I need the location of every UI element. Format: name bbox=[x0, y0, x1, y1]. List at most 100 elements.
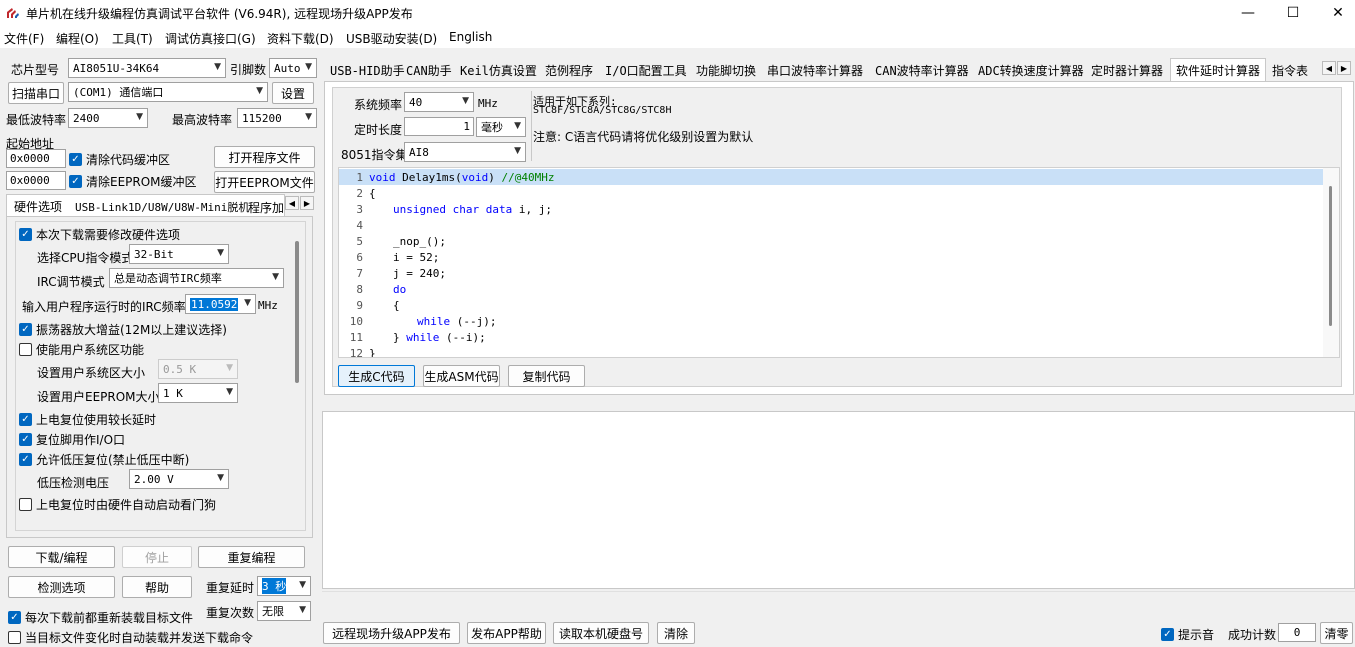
modify-hw-checkbox[interactable]: ✓ 本次下载需要修改硬件选项 bbox=[19, 226, 180, 243]
reset-count-button[interactable]: 清零 bbox=[1320, 622, 1353, 644]
watchdog-checkbox[interactable]: 上电复位时由硬件自动启动看门狗 bbox=[19, 496, 216, 513]
eeprom-size-select[interactable]: 1 K ▼ bbox=[158, 383, 238, 403]
chevron-down-icon: ▼ bbox=[256, 86, 263, 96]
auto-load-checkbox[interactable]: 当目标文件变化时自动装载并发送下载命令 bbox=[8, 629, 253, 646]
tab-adc-speed-calc[interactable]: ADC转换速度计算器 bbox=[978, 60, 1084, 80]
irc-mode-select[interactable]: 总是动态调节IRC频率 ▼ bbox=[109, 268, 284, 288]
stop-button[interactable]: 停止 bbox=[122, 546, 192, 568]
tab-instruction-table[interactable]: 指令表 bbox=[1272, 60, 1308, 80]
minimize-button[interactable]: — bbox=[1225, 0, 1271, 26]
publish-help-button[interactable]: 发布APP帮助 bbox=[467, 622, 546, 644]
port-select[interactable]: (COM1) 通信端口 ▼ bbox=[68, 82, 268, 102]
user-sys-area-checkbox[interactable]: 使能用户系统区功能 bbox=[19, 341, 144, 358]
delay-length-input[interactable]: 1 bbox=[404, 117, 474, 136]
repeat-delay-select[interactable]: 3 秒 ▼ bbox=[257, 576, 311, 596]
tab-scroll-right-icon[interactable]: ▶ bbox=[1337, 61, 1351, 75]
output-log[interactable] bbox=[322, 411, 1355, 589]
pins-select[interactable]: Auto ▼ bbox=[269, 58, 317, 78]
download-program-button[interactable]: 下载/编程 bbox=[8, 546, 115, 568]
chip-model-select[interactable]: AI8051U-34K64 ▼ bbox=[68, 58, 226, 78]
osc-gain-checkbox[interactable]: ✓ 振荡器放大增益(12M以上建议选择) bbox=[19, 321, 227, 338]
code-scrollbar-thumb[interactable] bbox=[1329, 186, 1332, 326]
reprogram-button[interactable]: 重复编程 bbox=[198, 546, 305, 568]
menu-usb-driver[interactable]: USB驱动安装(D) bbox=[346, 30, 437, 47]
irc-freq-select[interactable]: 11.0592 ▼ bbox=[185, 294, 256, 314]
delay-unit-select[interactable]: 毫秒 ▼ bbox=[476, 117, 526, 137]
tab-can-assistant[interactable]: CAN助手 bbox=[406, 60, 452, 80]
code-line: 7 j = 240; bbox=[339, 265, 1323, 281]
code-text: (--i); bbox=[439, 330, 486, 344]
code-scrollbar-track[interactable] bbox=[1323, 168, 1339, 357]
irc-freq-value: 11.0592 bbox=[190, 297, 239, 311]
menu-download[interactable]: 资料下载(D) bbox=[267, 30, 334, 47]
chevron-down-icon: ▼ bbox=[462, 96, 469, 106]
tab-usb-link-offline[interactable]: USB-Link1D/U8W/U8W-Mini脱机 bbox=[75, 199, 249, 215]
long-delay-label: 上电复位使用较长延时 bbox=[36, 413, 157, 427]
menu-english[interactable]: English bbox=[449, 30, 492, 44]
long-delay-checkbox[interactable]: ✓ 上电复位使用较长延时 bbox=[19, 411, 156, 428]
generate-asm-code-button[interactable]: 生成ASM代码 bbox=[423, 365, 500, 387]
chevron-down-icon: ▼ bbox=[514, 121, 521, 131]
sys-freq-select[interactable]: 40 ▼ bbox=[404, 92, 474, 112]
window-title: 单片机在线升级编程仿真调试平台软件 (V6.94R), 远程现场升级APP发布 bbox=[26, 7, 413, 21]
tab-uart-baud-calc[interactable]: 串口波特率计算器 bbox=[767, 60, 863, 80]
isa-select[interactable]: AI8 ▼ bbox=[404, 142, 526, 162]
reset-io-checkbox[interactable]: ✓ 复位脚用作I/O口 bbox=[19, 431, 125, 448]
check-icon: ✓ bbox=[19, 228, 32, 241]
menu-debug[interactable]: 调试仿真接口(G) bbox=[165, 30, 256, 47]
chevron-down-icon: ▼ bbox=[514, 146, 521, 156]
copy-code-button[interactable]: 复制代码 bbox=[508, 365, 585, 387]
clear-code-checkbox[interactable]: ✓ 清除代码缓冲区 bbox=[69, 151, 170, 168]
code-text: j = 240; bbox=[393, 266, 446, 280]
tab-examples[interactable]: 范例程序 bbox=[545, 60, 593, 80]
read-disk-id-button[interactable]: 读取本机硬盘号 bbox=[553, 622, 649, 644]
tab-usb-hid[interactable]: USB-HID助手 bbox=[330, 60, 405, 80]
chevron-down-icon: ▼ bbox=[272, 272, 279, 282]
options-scrollbar[interactable] bbox=[295, 241, 299, 383]
menu-tools[interactable]: 工具(T) bbox=[112, 30, 153, 47]
scan-port-button[interactable]: 扫描串口 bbox=[8, 82, 64, 104]
menu-program[interactable]: 编程(O) bbox=[56, 30, 99, 47]
close-button[interactable]: ✕ bbox=[1315, 0, 1355, 26]
tab-software-delay-calc[interactable]: 软件延时计算器 bbox=[1170, 58, 1266, 81]
help-button[interactable]: 帮助 bbox=[122, 576, 192, 598]
tab-timer-calc[interactable]: 定时器计算器 bbox=[1091, 60, 1163, 80]
open-program-file-button[interactable]: 打开程序文件 bbox=[214, 146, 315, 168]
tab-io-config[interactable]: I/O口配置工具 bbox=[605, 60, 687, 80]
tab-scroll-right-icon[interactable]: ▶ bbox=[300, 196, 314, 210]
beep-checkbox[interactable]: ✓ 提示音 bbox=[1161, 626, 1214, 643]
success-count-value: 0 bbox=[1278, 623, 1316, 642]
generate-c-code-button[interactable]: 生成C代码 bbox=[338, 365, 415, 387]
tab-scroll-left-icon[interactable]: ◀ bbox=[285, 196, 299, 210]
cpu-mode-select[interactable]: 32-Bit ▼ bbox=[129, 244, 229, 264]
detect-options-button[interactable]: 检测选项 bbox=[8, 576, 115, 598]
line-number: 10 bbox=[349, 314, 363, 328]
min-baud-select[interactable]: 2400 ▼ bbox=[68, 108, 148, 128]
maximize-button[interactable]: ☐ bbox=[1270, 0, 1316, 26]
open-eeprom-file-button[interactable]: 打开EEPROM文件 bbox=[214, 171, 315, 193]
clear-eeprom-checkbox[interactable]: ✓ 清除EEPROM缓冲区 bbox=[69, 173, 197, 190]
tab-program-add[interactable]: 程序加 bbox=[248, 199, 284, 216]
settings-button[interactable]: 设置 bbox=[272, 82, 314, 104]
tab-can-baud-calc[interactable]: CAN波特率计算器 bbox=[875, 60, 969, 80]
tab-pin-switch[interactable]: 功能脚切换 bbox=[696, 60, 756, 80]
tab-hardware-options[interactable]: 硬件选项 bbox=[14, 198, 62, 215]
max-baud-select[interactable]: 115200 ▼ bbox=[237, 108, 317, 128]
modify-hw-label: 本次下载需要修改硬件选项 bbox=[36, 228, 181, 242]
check-icon: ✓ bbox=[69, 175, 82, 188]
clear-log-button[interactable]: 清除 bbox=[657, 622, 695, 644]
tab-scroll-left-icon[interactable]: ◀ bbox=[1322, 61, 1336, 75]
low-volt-reset-checkbox[interactable]: ✓ 允许低压复位(禁止低压中断) bbox=[19, 451, 189, 468]
repeat-count-select[interactable]: 无限 ▼ bbox=[257, 601, 311, 621]
remote-publish-button[interactable]: 远程现场升级APP发布 bbox=[323, 622, 460, 644]
sys-size-select[interactable]: 0.5 K ▼ bbox=[158, 359, 238, 379]
code-text: Delay1ms( bbox=[395, 170, 462, 184]
menu-file[interactable]: 文件(F) bbox=[4, 30, 44, 47]
eeprom-address-input[interactable]: 0x0000 bbox=[6, 171, 66, 190]
reload-each-checkbox[interactable]: ✓ 每次下载前都重新装载目标文件 bbox=[8, 609, 193, 626]
low-volt-select[interactable]: 2.00 V ▼ bbox=[129, 469, 229, 489]
code-editor[interactable]: 1 void Delay1ms(void) //@40MHz 2{ 3 unsign… bbox=[338, 167, 1340, 358]
tab-keil-debug[interactable]: Keil仿真设置 bbox=[460, 60, 537, 80]
code-text: i, j; bbox=[512, 202, 552, 216]
code-address-input[interactable]: 0x0000 bbox=[6, 149, 66, 168]
